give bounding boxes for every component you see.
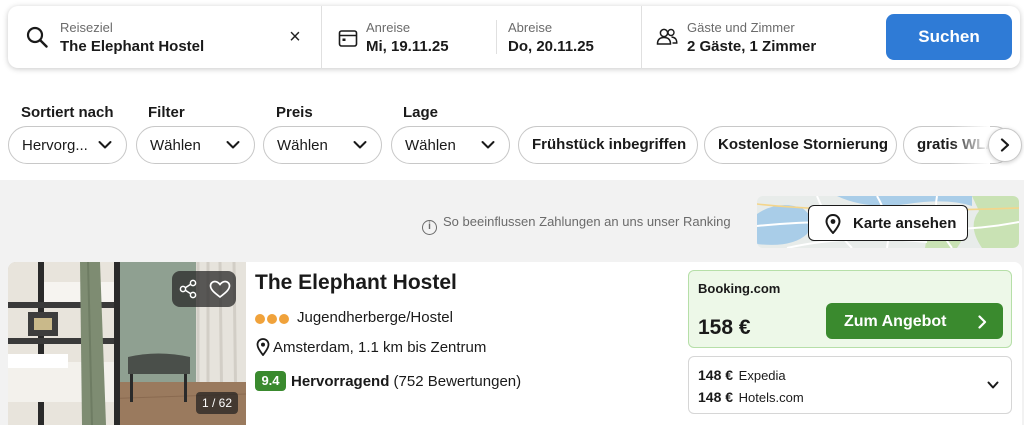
chevron-down-icon xyxy=(987,381,999,389)
chevron-down-icon xyxy=(226,141,240,149)
rating-dot xyxy=(267,314,277,324)
chip-fade xyxy=(950,126,990,164)
sort-dropdown[interactable]: Hervorg... xyxy=(8,126,127,164)
search-bar: Reiseziel The Elephant Hostel × Anreise … xyxy=(8,6,1020,68)
price-label: Preis xyxy=(276,104,313,121)
info-icon: i xyxy=(422,220,437,235)
price-dropdown[interactable]: Wählen xyxy=(263,126,382,164)
guests-field[interactable]: Gäste und Zimmer 2 Gäste, 1 Zimmer xyxy=(687,6,877,68)
location-filter-value: Wählen xyxy=(405,137,456,154)
map-pin-icon xyxy=(825,214,841,234)
divider xyxy=(641,6,642,68)
alt-offer-provider: Expedia xyxy=(738,368,786,383)
guests-label: Gäste und Zimmer xyxy=(687,20,795,35)
checkin-field[interactable]: Anreise Mi, 19.11.25 xyxy=(366,6,494,68)
view-deal-label: Zum Angebot xyxy=(844,313,947,330)
hotel-name[interactable]: The Elephant Hostel xyxy=(255,271,457,295)
chip-free-cancellation[interactable]: Kostenlose Stornierung xyxy=(704,126,897,164)
search-icon xyxy=(26,26,48,48)
rating-label: Hervorragend xyxy=(291,373,390,390)
rating-summary[interactable]: Hervorragend (752 Bewertungen) xyxy=(291,373,521,390)
chevron-right-icon xyxy=(978,315,987,329)
share-icon xyxy=(179,279,197,299)
alt-offer-price: 148 € xyxy=(698,367,734,383)
image-counter: 1 / 62 xyxy=(196,392,238,414)
guests-icon xyxy=(656,28,678,45)
review-count: (752 Bewertungen) xyxy=(393,373,522,390)
divider xyxy=(321,6,322,68)
alt-offer-provider: Hotels.com xyxy=(738,390,804,405)
price-value: Wählen xyxy=(277,137,328,154)
checkin-label: Anreise xyxy=(366,20,411,35)
rating-dot xyxy=(279,314,289,324)
favorite-button[interactable] xyxy=(204,271,236,307)
chip-breakfast[interactable]: Frühstück inbegriffen xyxy=(518,126,698,164)
sort-value: Hervorg... xyxy=(22,137,88,154)
guests-value: 2 Gäste, 1 Zimmer xyxy=(687,38,817,55)
chevron-down-icon xyxy=(481,141,495,149)
main-offer: Booking.com 158 € Zum Angebot xyxy=(688,270,1012,348)
heart-icon xyxy=(209,280,231,299)
divider xyxy=(496,20,497,54)
checkin-value: Mi, 19.11.25 xyxy=(366,38,449,55)
hotel-type: Jugendherberge/Hostel xyxy=(297,309,453,326)
checkout-field[interactable]: Abreise Do, 20.11.25 xyxy=(508,6,638,68)
filter-label: Filter xyxy=(148,104,185,121)
alt-offer-row: 148 € Hotels.com xyxy=(698,389,804,405)
hotel-location: Amsterdam, 1.1 km bis Zentrum xyxy=(273,339,487,356)
sort-label: Sortiert nach xyxy=(21,104,114,121)
ranking-info-text: So beeinflussen Zahlungen an uns unser R… xyxy=(443,214,731,229)
clear-destination-button[interactable]: × xyxy=(286,27,304,47)
share-button[interactable] xyxy=(172,271,204,307)
location-dropdown[interactable]: Wählen xyxy=(391,126,510,164)
view-deal-button[interactable]: Zum Angebot xyxy=(826,303,1003,339)
show-map-button[interactable]: Karte ansehen xyxy=(808,205,968,241)
ranking-info-link[interactable]: i So beeinflussen Zahlungen an uns unser … xyxy=(422,214,731,235)
offer-price: 158 € xyxy=(698,316,751,339)
show-map-label: Karte ansehen xyxy=(853,215,957,232)
chevron-right-icon xyxy=(1000,138,1010,152)
alt-offer-row: 148 € Expedia xyxy=(698,367,786,383)
checkout-value: Do, 20.11.25 xyxy=(508,38,594,55)
destination-label: Reiseziel xyxy=(60,20,113,35)
search-button[interactable]: Suchen xyxy=(886,14,1012,60)
offer-provider: Booking.com xyxy=(698,281,781,296)
location-pin-icon xyxy=(256,338,270,356)
chevron-down-icon xyxy=(98,141,112,149)
rating-dot xyxy=(255,314,265,324)
destination-value: The Elephant Hostel xyxy=(60,38,205,55)
filter-dropdown[interactable]: Wählen xyxy=(136,126,255,164)
chips-scroll-next-button[interactable] xyxy=(988,128,1022,162)
destination-field[interactable]: Reiseziel The Elephant Hostel xyxy=(60,6,320,68)
rating-score-badge: 9.4 xyxy=(255,371,286,391)
location-filter-label: Lage xyxy=(403,104,439,121)
checkout-label: Abreise xyxy=(508,20,553,35)
alt-offer-price: 148 € xyxy=(698,389,734,405)
filter-value: Wählen xyxy=(150,137,201,154)
calendar-icon xyxy=(338,30,358,47)
alternative-offers[interactable]: 148 € Expedia 148 € Hotels.com xyxy=(688,356,1012,414)
hotel-class-rating xyxy=(255,311,291,329)
chevron-down-icon xyxy=(353,141,367,149)
